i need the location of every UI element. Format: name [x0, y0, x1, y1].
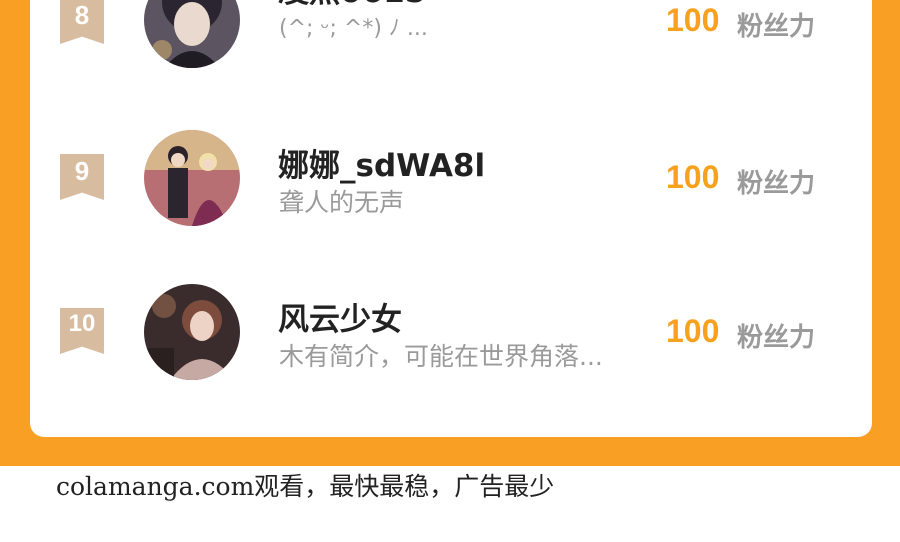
user-name: 娜娜_sdWA8l	[278, 148, 486, 184]
ranking-row[interactable]: 10 风云少女 木有简介，可能在世界角落... 100 粉丝力	[30, 282, 872, 392]
user-name: 风云少女	[278, 302, 402, 338]
fan-power-score: 100	[666, 2, 720, 38]
rank-number: 8	[74, 0, 90, 30]
user-bio: (^; ᵕ; ^*) ﾉ ...	[279, 16, 428, 41]
avatar[interactable]	[144, 0, 240, 68]
fan-power-unit: 粉丝力	[737, 12, 816, 42]
rank-ribbon-icon: 9	[60, 154, 104, 200]
rank-number: 10	[68, 310, 96, 337]
avatar[interactable]	[144, 284, 240, 380]
avatar[interactable]	[144, 130, 240, 226]
rank-number: 9	[74, 156, 90, 186]
ranking-row[interactable]: 8 凌然0615 (^; ᵕ; ^*) ﾉ ... 100 粉丝力	[30, 0, 872, 82]
site-watermark-text: colamanga.com观看，最快最稳，广告最少	[56, 472, 555, 501]
fan-power-unit: 粉丝力	[737, 169, 816, 199]
fan-power-score: 100	[666, 313, 720, 349]
user-bio: 聋人的无声	[279, 188, 405, 217]
fan-power-score: 100	[666, 159, 720, 195]
rank-ribbon-icon: 8	[60, 0, 104, 44]
user-bio: 木有简介，可能在世界角落...	[279, 342, 603, 371]
ranking-row[interactable]: 9 娜娜_sdWA8l 聋人的无声 100 粉丝力	[30, 128, 872, 238]
fan-ranking-card: 8 凌然0615 (^; ᵕ; ^*) ﾉ ... 100 粉丝力 9	[30, 0, 872, 437]
rank-ribbon-icon: 10	[60, 308, 104, 354]
fan-power-unit: 粉丝力	[737, 323, 816, 353]
